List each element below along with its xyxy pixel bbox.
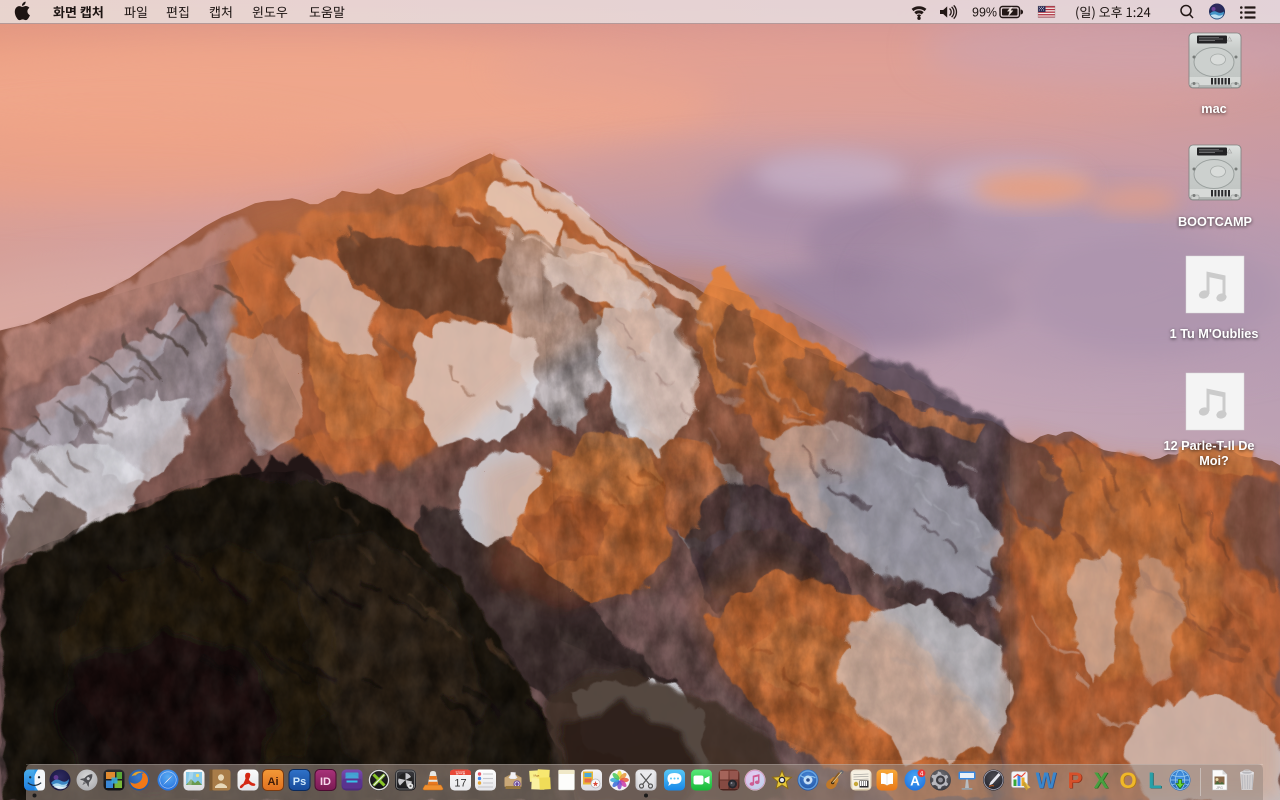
svg-text:4: 4 bbox=[920, 771, 924, 778]
svg-text:99%: 99% bbox=[972, 6, 997, 20]
svg-text:L: L bbox=[1148, 768, 1161, 793]
svg-text:ID: ID bbox=[320, 776, 331, 788]
svg-text:P: P bbox=[1068, 768, 1083, 793]
svg-text:Mga: Mga bbox=[534, 774, 540, 778]
svg-text:일요일: 일요일 bbox=[456, 770, 466, 775]
svg-text:W: W bbox=[1036, 768, 1057, 793]
svg-text:JPG: JPG bbox=[1216, 786, 1223, 790]
svg-text:X: X bbox=[1094, 768, 1109, 793]
svg-text:Ps: Ps bbox=[293, 776, 306, 788]
svg-text:Ai: Ai bbox=[268, 776, 279, 788]
svg-text:O: O bbox=[1119, 768, 1136, 793]
svg-text:17: 17 bbox=[454, 778, 466, 790]
